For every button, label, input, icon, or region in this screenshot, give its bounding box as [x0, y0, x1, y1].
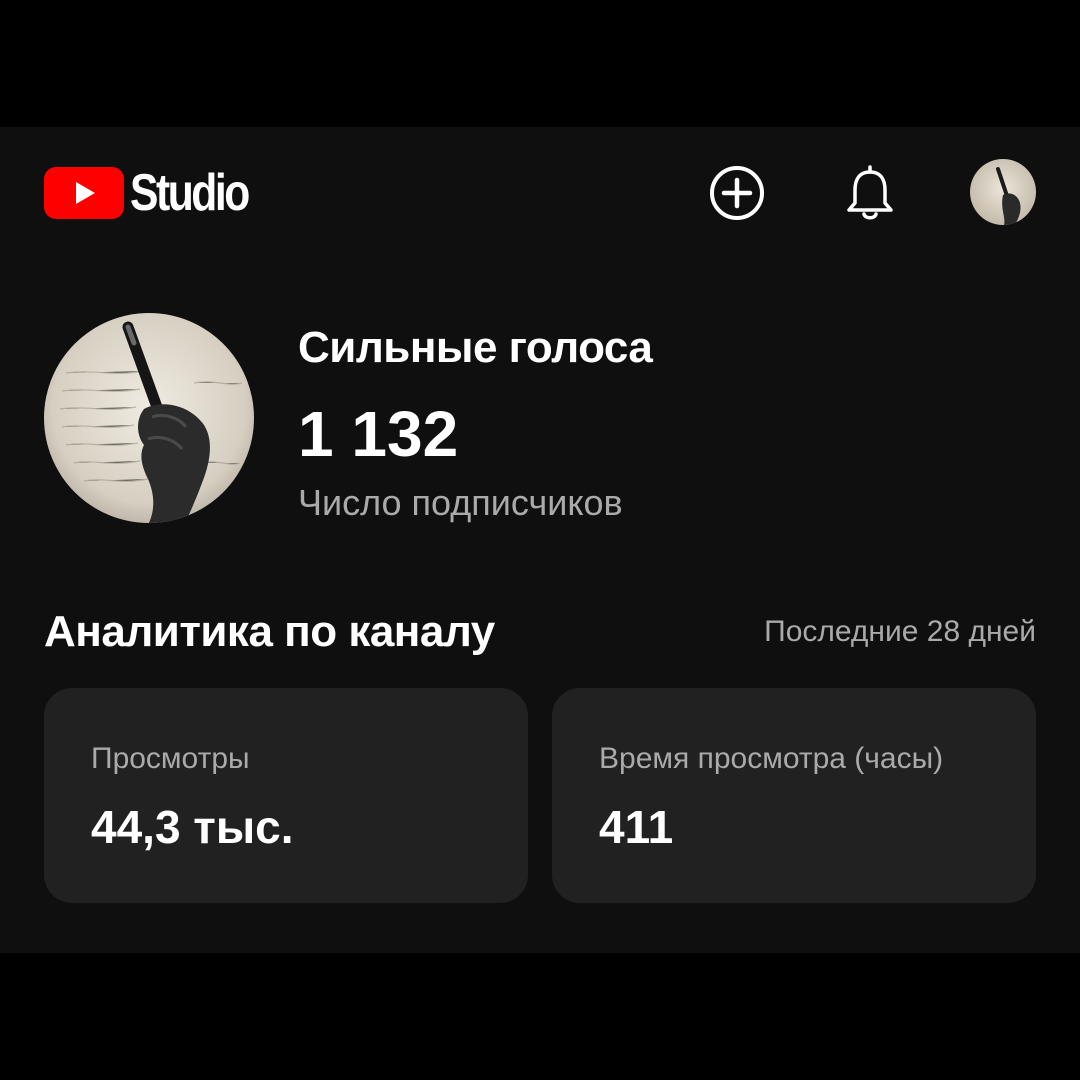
create-icon — [710, 166, 764, 220]
notifications-bell-icon — [847, 165, 893, 220]
analytics-period: Последние 28 дней — [764, 615, 1036, 648]
account-avatar[interactable] — [970, 159, 1036, 225]
views-label: Просмотры — [91, 742, 250, 775]
logo-text: Studio — [130, 164, 250, 222]
views-value: 44,3 тыс. — [91, 801, 294, 853]
notifications-button[interactable] — [838, 161, 902, 225]
youtube-play-icon — [44, 167, 124, 219]
subscriber-count: 1 132 — [298, 398, 459, 470]
watch-time-card[interactable]: Время просмотра (часы) 411 — [552, 688, 1036, 903]
youtube-studio-logo[interactable]: Studio — [44, 167, 274, 219]
top-app-bar: Studio — [0, 127, 1080, 257]
watch-time-value: 411 — [599, 801, 674, 853]
channel-avatar[interactable] — [44, 313, 254, 523]
pen-hand-avatar-image — [970, 159, 1036, 225]
views-card[interactable]: Просмотры 44,3 тыс. — [44, 688, 528, 903]
subscriber-label: Число подписчиков — [298, 482, 623, 523]
channel-name: Сильные голоса — [298, 323, 653, 372]
watch-time-label: Время просмотра (часы) — [599, 742, 944, 775]
pen-hand-channel-image — [44, 313, 254, 523]
analytics-title: Аналитика по каналу — [44, 607, 495, 656]
studio-screen: Studio Сильные голоса 1 132 Число подпис… — [0, 127, 1080, 953]
create-button[interactable] — [705, 161, 769, 225]
